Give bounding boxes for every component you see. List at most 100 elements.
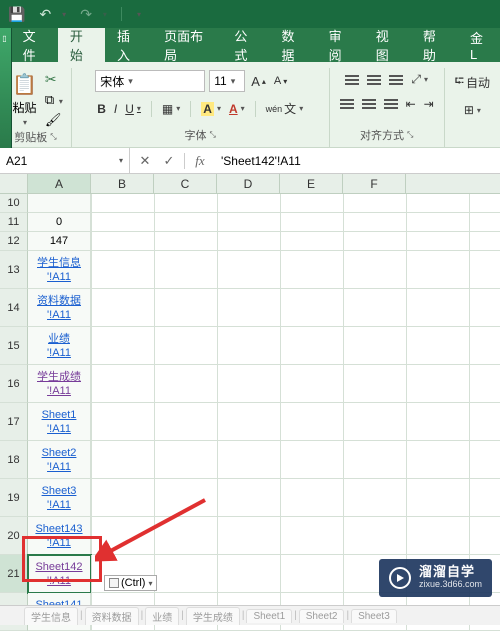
col-E[interactable]: E bbox=[280, 174, 343, 194]
merge-button[interactable]: ⊞ ▾ bbox=[462, 101, 483, 119]
enter-icon[interactable]: ✓ bbox=[160, 153, 178, 169]
align-left-icon[interactable] bbox=[338, 96, 356, 112]
menu-view[interactable]: 视图 bbox=[364, 28, 411, 62]
col-B[interactable]: B bbox=[91, 174, 154, 194]
menu-review[interactable]: 审阅 bbox=[317, 28, 364, 62]
align-mid-icon[interactable] bbox=[365, 72, 383, 88]
align-group-label: 对齐方式 bbox=[360, 127, 404, 143]
sheet-tab[interactable]: 业绩 bbox=[145, 607, 179, 625]
col-A[interactable]: A bbox=[28, 174, 91, 194]
italic-button[interactable]: I bbox=[112, 100, 119, 118]
fx-icon[interactable]: fx bbox=[191, 153, 209, 169]
cell-empty[interactable] bbox=[91, 441, 500, 479]
menu-formula[interactable]: 公式 bbox=[222, 28, 269, 62]
sheet-tab[interactable]: Sheet2 bbox=[299, 609, 345, 623]
sheet-tab[interactable]: Sheet1 bbox=[246, 609, 292, 623]
cell-empty[interactable] bbox=[91, 194, 500, 213]
cell-empty[interactable] bbox=[91, 479, 500, 517]
paste-options-popup[interactable]: (Ctrl) ▾ bbox=[104, 575, 157, 591]
formula-input[interactable]: 'Sheet142'!A11 bbox=[215, 154, 494, 168]
align-center-icon[interactable] bbox=[360, 96, 378, 112]
menu-layout[interactable]: 页面布局 bbox=[152, 28, 222, 62]
cell-empty[interactable] bbox=[91, 289, 500, 327]
cell[interactable]: 资料数据'!A11 bbox=[28, 289, 91, 327]
orientation-icon[interactable]: ⤢▾ bbox=[409, 70, 430, 89]
align-top-icon[interactable] bbox=[343, 72, 361, 88]
sheet-tab[interactable]: 学生成绩 bbox=[186, 607, 240, 625]
row-header[interactable]: 17 bbox=[0, 403, 28, 441]
row-header[interactable]: 11 bbox=[0, 213, 28, 232]
menu-extra[interactable]: 金L bbox=[458, 28, 500, 62]
cell[interactable]: Sheet142'!A11 bbox=[28, 555, 91, 593]
border-button[interactable]: ▦▾ bbox=[160, 100, 182, 118]
cell-empty[interactable] bbox=[91, 232, 500, 251]
wrap-text-button[interactable]: ⮓ 自动 bbox=[453, 70, 492, 95]
row-header[interactable]: 19 bbox=[0, 479, 28, 517]
qat-more[interactable]: ▾ bbox=[136, 10, 141, 19]
col-F[interactable]: F bbox=[343, 174, 406, 194]
row-header[interactable]: 21 bbox=[0, 555, 28, 593]
menu-file[interactable]: 文件 bbox=[11, 28, 58, 62]
cell[interactable]: Sheet3'!A11 bbox=[28, 479, 91, 517]
cut-icon[interactable]: ✂ bbox=[45, 71, 63, 88]
cell-empty[interactable] bbox=[91, 517, 500, 555]
cell-empty[interactable] bbox=[91, 403, 500, 441]
row-header[interactable]: 20 bbox=[0, 517, 28, 555]
cell[interactable]: 学生信息'!A11 bbox=[28, 251, 91, 289]
row-header[interactable]: 10 bbox=[0, 194, 28, 213]
sheet-tabs[interactable]: 学生信息 | 资料数据 | 业绩 | 学生成绩 | Sheet1 | Sheet… bbox=[0, 605, 500, 625]
bold-button[interactable]: B bbox=[95, 100, 108, 118]
row-header[interactable]: 12 bbox=[0, 232, 28, 251]
col-C[interactable]: C bbox=[154, 174, 217, 194]
menu-insert[interactable]: 插入 bbox=[105, 28, 152, 62]
name-box[interactable]: A21▾ bbox=[0, 148, 130, 174]
cell-empty[interactable] bbox=[91, 365, 500, 403]
menu-help[interactable]: 帮助 bbox=[411, 28, 458, 62]
cell[interactable]: 147 bbox=[28, 232, 91, 251]
cell[interactable] bbox=[28, 194, 91, 213]
undo-more[interactable]: ▾ bbox=[61, 10, 66, 19]
phonetic-button[interactable]: wén文▾ bbox=[264, 98, 306, 119]
cell-empty[interactable] bbox=[91, 251, 500, 289]
cell[interactable]: Sheet2'!A11 bbox=[28, 441, 91, 479]
fill-color-button[interactable]: A▾ bbox=[199, 100, 223, 118]
row-header[interactable]: 14 bbox=[0, 289, 28, 327]
format-painter-icon[interactable]: 🖌 bbox=[45, 112, 63, 128]
menu-data[interactable]: 数据 bbox=[269, 28, 316, 62]
font-name-combo[interactable]: 宋体▾ bbox=[95, 70, 205, 92]
cell[interactable]: 0 bbox=[28, 213, 91, 232]
cell-empty[interactable] bbox=[91, 327, 500, 365]
cell[interactable]: Sheet143'!A11 bbox=[28, 517, 91, 555]
paste-label: 粘贴 bbox=[12, 99, 36, 116]
column-headers: A B C D E F bbox=[0, 174, 500, 194]
row-header[interactable]: 16 bbox=[0, 365, 28, 403]
spreadsheet[interactable]: A B C D E F 10111213141516171819202122 0… bbox=[0, 174, 500, 605]
save-icon[interactable]: 💾 bbox=[8, 6, 25, 23]
cell-empty[interactable] bbox=[91, 213, 500, 232]
copy-icon[interactable]: ⧉ ▾ bbox=[45, 92, 63, 108]
font-size-combo[interactable]: 11▾ bbox=[209, 70, 245, 92]
cell[interactable]: 业绩'!A11 bbox=[28, 327, 91, 365]
cell[interactable]: Sheet1'!A11 bbox=[28, 403, 91, 441]
indent-inc-icon[interactable]: ⇥ bbox=[422, 95, 436, 113]
undo-icon[interactable]: ↶ bbox=[39, 6, 51, 23]
menu-home[interactable]: 开始 bbox=[58, 28, 105, 62]
align-right-icon[interactable] bbox=[382, 96, 400, 112]
cell[interactable]: 学生成绩'!A11 bbox=[28, 365, 91, 403]
font-color-button[interactable]: A▾ bbox=[227, 100, 247, 118]
col-D[interactable]: D bbox=[217, 174, 280, 194]
row-header[interactable]: 15 bbox=[0, 327, 28, 365]
grow-font-icon[interactable]: A▴ bbox=[249, 72, 268, 91]
vertical-addon-bar[interactable]: ▯ bbox=[0, 28, 12, 148]
paste-button[interactable]: 📋 粘贴 ▾ bbox=[8, 70, 41, 129]
row-header[interactable]: 18 bbox=[0, 441, 28, 479]
sheet-tab[interactable]: 资料数据 bbox=[85, 607, 139, 625]
sheet-tab[interactable]: 学生信息 bbox=[24, 607, 78, 625]
underline-button[interactable]: U▾ bbox=[123, 100, 143, 118]
indent-dec-icon[interactable]: ⇤ bbox=[404, 95, 418, 113]
cancel-icon[interactable]: ✕ bbox=[136, 153, 154, 169]
sheet-tab[interactable]: Sheet3 bbox=[351, 609, 397, 623]
align-bot-icon[interactable] bbox=[387, 72, 405, 88]
shrink-font-icon[interactable]: A▾ bbox=[272, 73, 289, 89]
row-header[interactable]: 13 bbox=[0, 251, 28, 289]
